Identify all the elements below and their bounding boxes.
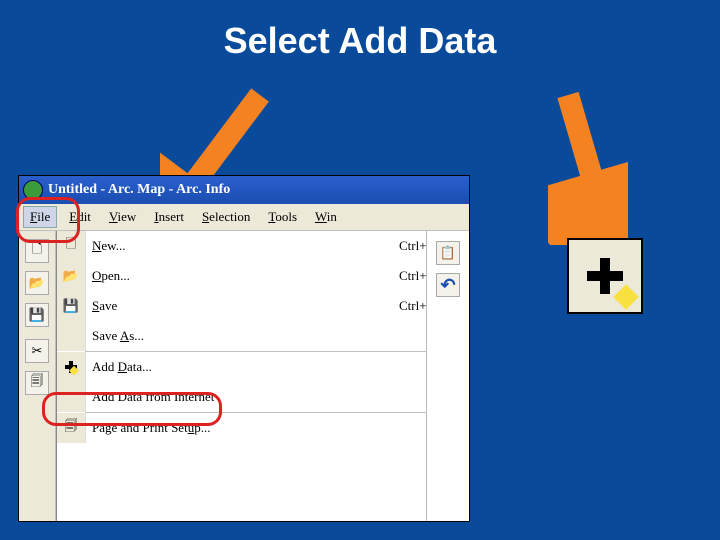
menu-selection[interactable]: Selection bbox=[196, 207, 256, 227]
menu-item-add-data[interactable]: Add Data... bbox=[57, 352, 469, 382]
toolbar-paste-icon[interactable]: 📋 bbox=[436, 241, 460, 265]
save-file-icon: 💾 bbox=[57, 291, 86, 321]
menu-window[interactable]: Win bbox=[309, 207, 343, 227]
file-dropdown-menu: 🗋 New... Ctrl+N 📂 Open... Ctrl+O 💾 Save … bbox=[56, 231, 469, 522]
window-title: Untitled - Arc. Map - Arc. Info bbox=[48, 182, 230, 198]
menu-bar: FFileile Edit View Insert Selection Tool… bbox=[19, 204, 469, 231]
highlight-add-data-item bbox=[42, 392, 222, 426]
menu-insert[interactable]: Insert bbox=[148, 207, 190, 227]
menu-item-open[interactable]: 📂 Open... Ctrl+O bbox=[57, 261, 469, 291]
toolbar-undo-icon[interactable]: ↶ bbox=[436, 273, 460, 297]
menu-tools[interactable]: Tools bbox=[262, 207, 303, 227]
open-file-icon: 📂 bbox=[57, 261, 86, 291]
arcmap-window: Untitled - Arc. Map - Arc. Info FFileile… bbox=[18, 175, 470, 522]
menu-item-save[interactable]: 💾 Save Ctrl+S bbox=[57, 291, 469, 321]
toolbar-open-icon[interactable]: 📂 bbox=[25, 271, 49, 295]
plus-icon bbox=[583, 254, 627, 298]
right-toolbar: 📋 ↶ bbox=[426, 231, 469, 522]
slide-title: Select Add Data bbox=[0, 20, 720, 62]
toolbar-page-icon[interactable]: 🗐 bbox=[25, 371, 49, 395]
menu-item-save-as[interactable]: Save As... bbox=[57, 321, 469, 351]
add-data-icon bbox=[57, 352, 86, 382]
window-titlebar: Untitled - Arc. Map - Arc. Info bbox=[19, 176, 469, 204]
left-toolbar: 🗋 📂 💾 ✂ 🗐 bbox=[19, 231, 56, 522]
menu-item-new[interactable]: 🗋 New... Ctrl+N bbox=[57, 231, 469, 261]
arrow-to-add-data-button bbox=[548, 85, 628, 250]
blank-icon bbox=[57, 321, 86, 351]
menu-view[interactable]: View bbox=[103, 207, 142, 227]
toolbar-cut-icon[interactable]: ✂ bbox=[25, 339, 49, 363]
toolbar-save-icon[interactable]: 💾 bbox=[25, 303, 49, 327]
highlight-file-menu bbox=[16, 197, 80, 243]
add-data-toolbar-button[interactable] bbox=[567, 238, 643, 314]
